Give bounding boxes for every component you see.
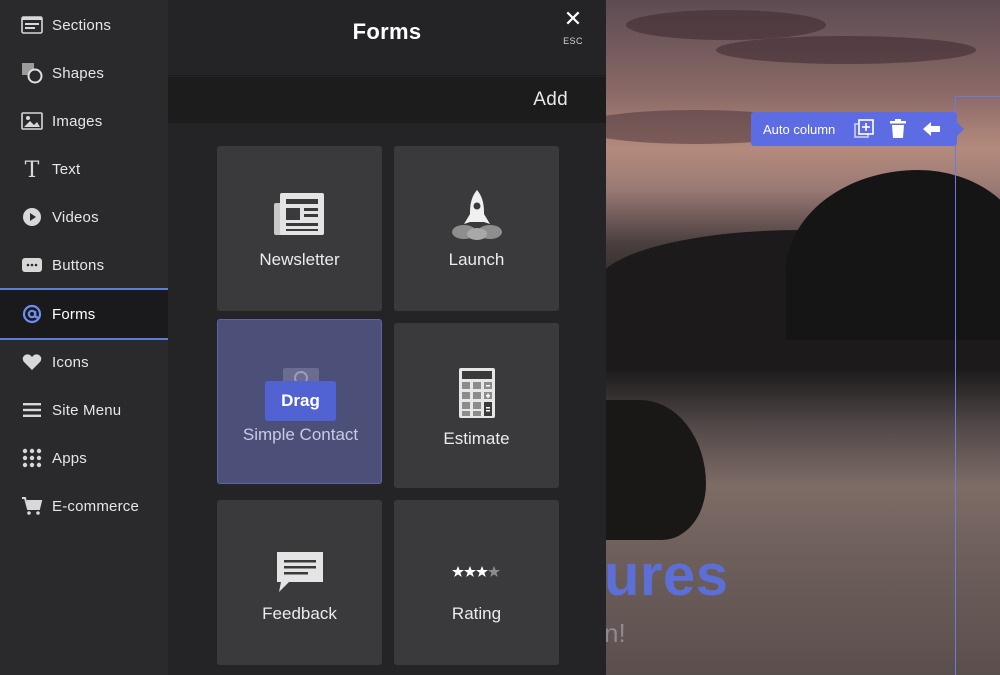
tile-label: Newsletter bbox=[259, 250, 340, 269]
sky-cloud bbox=[626, 10, 826, 40]
sidebar-item-label: Sections bbox=[52, 16, 112, 34]
menu-icon bbox=[21, 399, 43, 421]
tile-label: Estimate bbox=[443, 429, 510, 448]
arrow-left-icon[interactable] bbox=[921, 118, 943, 140]
shore-trees bbox=[606, 400, 706, 540]
esc-hint: ESC bbox=[563, 36, 583, 46]
heart-icon bbox=[21, 351, 43, 373]
text-icon: T bbox=[21, 158, 43, 180]
sections-icon bbox=[21, 14, 43, 36]
panel-title: Forms bbox=[352, 19, 422, 44]
form-tile-launch[interactable]: Launch bbox=[394, 146, 559, 311]
button-icon bbox=[21, 254, 43, 276]
calculator-icon bbox=[394, 367, 559, 419]
sidebar-item-videos[interactable]: Videos bbox=[0, 193, 168, 241]
play-icon bbox=[21, 206, 43, 228]
sidebar-item-label: Site Menu bbox=[52, 401, 122, 419]
left-sidebar: Sections Shapes Images T Text Videos But… bbox=[0, 0, 168, 675]
sidebar-item-label: Shapes bbox=[52, 64, 105, 82]
toolbar-label: Auto column bbox=[763, 121, 836, 137]
sidebar-item-forms[interactable]: Forms bbox=[0, 288, 168, 340]
sidebar-item-text[interactable]: T Text bbox=[0, 145, 168, 193]
at-icon bbox=[21, 303, 43, 325]
add-column-icon[interactable] bbox=[853, 118, 875, 140]
image-icon bbox=[21, 110, 43, 132]
form-tile-simple-contact[interactable]: Drag Simple Contact bbox=[217, 319, 382, 484]
close-button[interactable]: ✕ ESC bbox=[556, 8, 590, 56]
sidebar-item-site-menu[interactable]: Site Menu bbox=[0, 386, 168, 434]
sidebar-item-apps[interactable]: Apps bbox=[0, 434, 168, 482]
hero-heading[interactable]: ures bbox=[606, 542, 729, 609]
panel-header: Forms ✕ ESC bbox=[168, 0, 606, 76]
trash-icon[interactable] bbox=[887, 118, 909, 140]
close-icon: ✕ bbox=[563, 6, 583, 31]
column-toolbar: Auto column bbox=[751, 112, 964, 146]
sidebar-item-label: Videos bbox=[52, 208, 99, 226]
stars-icon bbox=[394, 546, 559, 598]
sidebar-item-label: Icons bbox=[52, 353, 89, 371]
form-tile-rating[interactable]: Rating bbox=[394, 500, 559, 665]
sidebar-item-label: Images bbox=[52, 112, 103, 130]
sidebar-item-images[interactable]: Images bbox=[0, 97, 168, 145]
sky-cloud bbox=[716, 36, 976, 64]
chat-icon bbox=[217, 546, 382, 598]
tile-label: Simple Contact bbox=[242, 425, 359, 444]
form-tile-newsletter[interactable]: Newsletter bbox=[217, 146, 382, 311]
svg-text:T: T bbox=[25, 158, 40, 180]
form-tile-feedback[interactable]: Feedback bbox=[217, 500, 382, 665]
newspaper-icon bbox=[217, 188, 382, 240]
sidebar-item-icons[interactable]: Icons bbox=[0, 338, 168, 386]
sidebar-item-sections[interactable]: Sections bbox=[0, 1, 168, 49]
add-label[interactable]: Add bbox=[533, 89, 568, 111]
add-bar: Add bbox=[168, 77, 606, 123]
sidebar-item-e-commerce[interactable]: E-commerce bbox=[0, 482, 168, 530]
tile-label: Feedback bbox=[262, 604, 337, 623]
form-tile-estimate[interactable]: Estimate bbox=[394, 323, 559, 488]
column-outline bbox=[955, 96, 1000, 675]
shapes-icon bbox=[21, 62, 43, 84]
forms-panel: Forms ✕ ESC Add Newsletter Launch Drag S… bbox=[168, 0, 606, 675]
site-canvas[interactable]: ures n! Auto column bbox=[606, 0, 1000, 675]
sidebar-item-shapes[interactable]: Shapes bbox=[0, 49, 168, 97]
tile-label: Rating bbox=[451, 604, 502, 623]
rocket-icon bbox=[394, 188, 559, 240]
sidebar-item-label: Text bbox=[52, 160, 81, 178]
cart-icon bbox=[21, 495, 43, 517]
sidebar-item-label: E-commerce bbox=[52, 497, 140, 515]
sidebar-item-label: Buttons bbox=[52, 256, 105, 274]
tile-label: Launch bbox=[448, 250, 505, 269]
drag-badge: Drag bbox=[265, 381, 336, 421]
sidebar-item-label: Apps bbox=[52, 449, 87, 467]
sidebar-item-buttons[interactable]: Buttons bbox=[0, 241, 168, 289]
grid-icon bbox=[21, 447, 43, 469]
sidebar-item-label: Forms bbox=[52, 305, 96, 323]
hero-subtitle[interactable]: n! bbox=[606, 618, 626, 649]
